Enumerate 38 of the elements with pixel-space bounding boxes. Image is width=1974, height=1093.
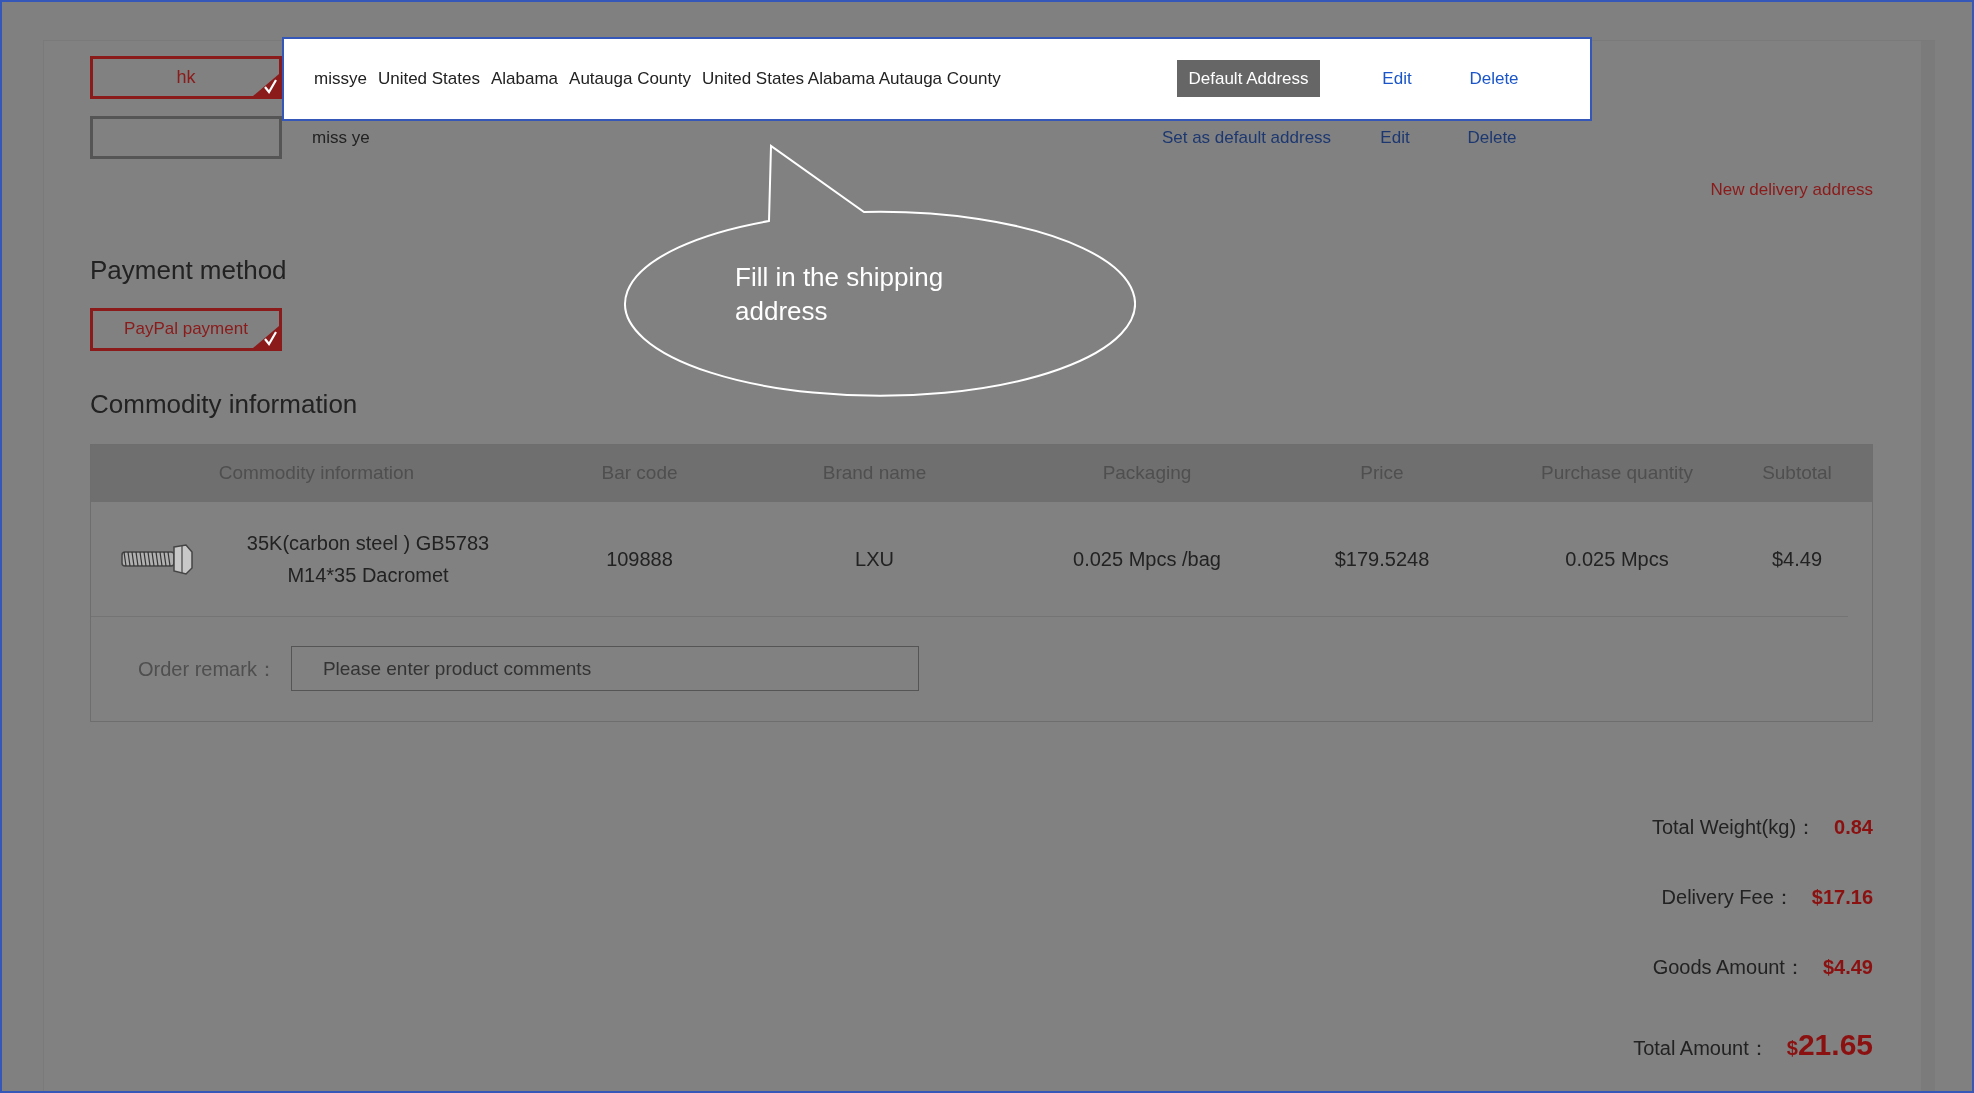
address-field: Autauga County (569, 65, 691, 92)
total-value: $4.49 (1822, 954, 1873, 980)
total-label: Total Amount： (1633, 1035, 1769, 1061)
address-field: United States (377, 65, 480, 92)
table-cell: 0.025 Mpcs /bag (1073, 547, 1221, 570)
default-address-badge: Default Address (1177, 59, 1320, 98)
address-tag[interactable]: hk (90, 56, 282, 99)
total-label: Total Weight(kg)： (1651, 814, 1817, 840)
delete-link[interactable]: Delete (1467, 127, 1517, 147)
product-name: 35K(carbon steel ) GB5783 M14*35 Dacromet (245, 530, 491, 588)
payment-option[interactable]: PayPal payment (90, 307, 282, 351)
total-label: Goods Amount： (1652, 954, 1805, 980)
recipient-name: missye (314, 67, 367, 90)
total-value: 0.84 (1834, 814, 1873, 840)
remark-input[interactable]: Please enter product comments (290, 646, 919, 691)
table-cell: $179.5248 (1334, 547, 1430, 570)
bolt-icon (120, 541, 194, 576)
delete-link[interactable]: Delete (1469, 68, 1519, 88)
total-label: Delivery Fee： (1661, 884, 1794, 910)
table-cell: LXU (855, 547, 894, 570)
table-cell: 0.025 Mpcs (1565, 547, 1669, 570)
table-cell: 109888 (606, 547, 673, 570)
total-value: $21.65 (1786, 1026, 1873, 1063)
edit-link[interactable]: Edit (1380, 127, 1410, 147)
address-field: Alabama (490, 65, 559, 92)
total-value: $17.16 (1811, 884, 1873, 910)
section-heading: Payment method (90, 253, 287, 287)
callout-text: Fill in the shipping address (735, 261, 945, 328)
set-default-link[interactable]: Set as default address (1161, 124, 1332, 151)
check-corner-icon (253, 74, 279, 96)
check-corner-icon (253, 325, 279, 348)
new-address-link[interactable]: New delivery address (1710, 177, 1873, 203)
recipient-name: miss ye (312, 126, 370, 149)
address-tag[interactable] (90, 116, 282, 159)
table-cell: $4.49 (1771, 547, 1823, 570)
edit-link[interactable]: Edit (1382, 68, 1412, 88)
address-field: United States Alabama Autauga County (702, 65, 1001, 92)
section-heading: Commodity information (90, 387, 358, 421)
